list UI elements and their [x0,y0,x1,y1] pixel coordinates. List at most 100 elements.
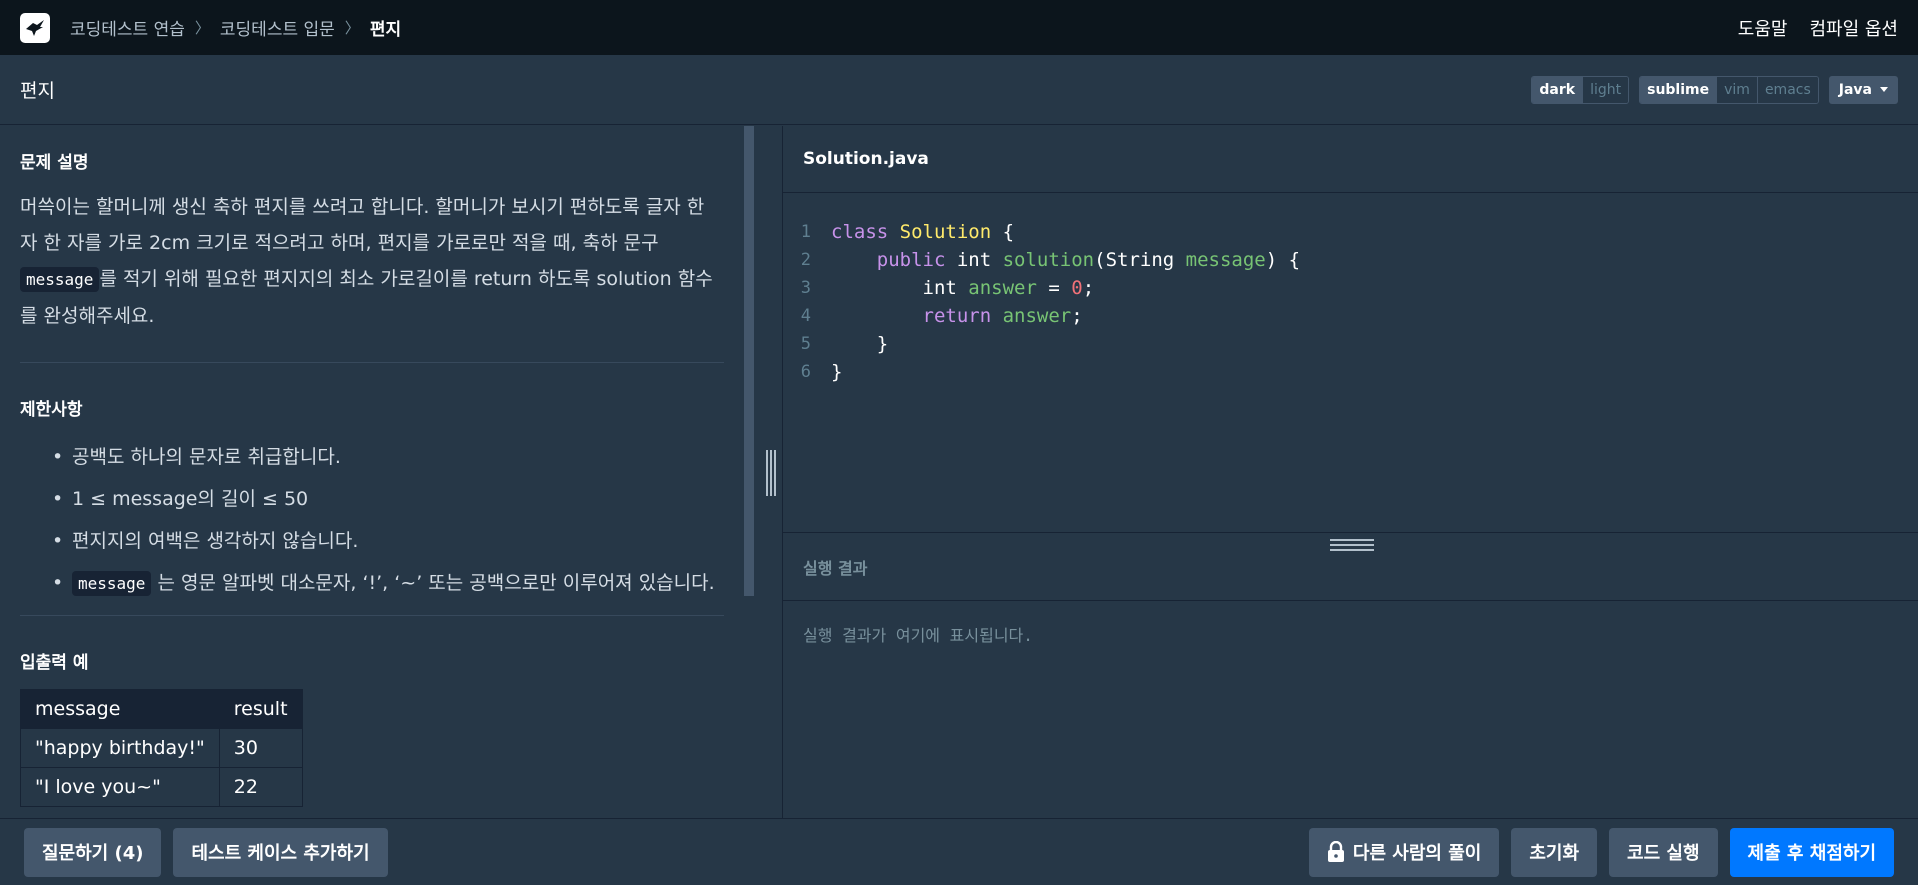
programmers-logo-icon[interactable] [20,12,50,43]
problem-description-pane: 문제 설명 머쓱이는 할머니께 생신 축하 편지를 쓰려고 합니다. 할머니가 … [0,126,782,818]
code-editor[interactable]: 1 class Solution { 2 public int solution… [783,194,1918,532]
code-token: Solution [899,221,992,243]
code-token: } [831,361,843,383]
page-title: 편지 [20,80,55,102]
keymap-emacs-option[interactable]: emacs [1757,76,1818,103]
io-heading: 입출력 예 [20,653,89,673]
submit-button[interactable]: 제출 후 채점하기 [1729,827,1894,877]
code-line: 2 public int solution(String message) { [783,246,1918,274]
top-navigation: 코딩테스트 연습 〉 코딩테스트 입문 〉 편지 도움말 컴파일 옵션 [0,0,1918,55]
inline-code-message: message [72,571,152,596]
chevron-right-icon: 〉 [194,19,210,37]
code-line: 4 return answer; [783,302,1918,330]
io-example-table: message result "happy birthday!" 30 "I l… [20,689,303,807]
description-heading: 문제 설명 [20,153,89,173]
compile-options-link[interactable]: 컴파일 옵션 [1809,15,1898,41]
list-item: 1 ≤ message의 길이 ≤ 50 [52,478,724,520]
code-token: int [945,249,1003,271]
breadcrumb-item[interactable]: 코딩테스트 연습 [70,15,185,40]
line-number: 5 [800,334,811,354]
line-number: 1 [800,222,811,242]
table-header-cell: result [218,689,303,729]
editor-header: Solution.java [783,126,1918,193]
breadcrumb-item[interactable]: 코딩테스트 입문 [220,15,335,40]
table-cell: 22 [218,767,303,807]
code-line: 3 int answer = 0; [783,274,1918,302]
others-solution-button[interactable]: 다른 사람의 풀이 [1308,827,1500,877]
code-token: message [1185,249,1266,271]
code-token: = [1036,277,1072,299]
add-testcase-button[interactable]: 테스트 케이스 추가하기 [173,827,388,877]
result-output: 실행 결과가 여기에 표시됩니다. [783,602,1918,818]
code-token: } [876,333,889,355]
code-token: (String [1094,249,1186,271]
inline-code-message: message [20,267,100,292]
challenge-titlebar: 편지 dark light sublime vim emacs Java [0,55,1918,125]
lock-icon [1327,841,1344,862]
vertical-resize-handle-icon[interactable] [766,450,776,496]
code-token: public [876,249,946,271]
line-number: 6 [800,362,811,382]
table-header-cell: message [20,689,220,729]
reset-button-label: 초기화 [1529,843,1580,864]
table-row: "happy birthday!" 30 [20,728,303,768]
code-token: return [922,305,992,327]
list-item: 공백도 하나의 문자로 취급합니다. [52,436,724,478]
code-token: ; [1071,305,1083,327]
list-item-text: 는 영문 알파벳 대소문자, ‘!’, ‘~’ 또는 공백으로만 이루어져 있습… [151,572,715,594]
table-cell: "happy birthday!" [20,728,220,768]
table-cell: "I love you~" [20,767,220,807]
line-number: 3 [800,278,811,298]
theme-light-option[interactable]: light [1583,76,1629,103]
result-placeholder: 실행 결과가 여기에 표시됩니다. [803,626,1033,645]
code-token: int [922,277,969,299]
question-button[interactable]: 질문하기 (4) [24,827,162,877]
chevron-right-icon: 〉 [344,19,360,37]
table-header-row: message result [20,689,303,729]
code-token: solution [1002,249,1095,271]
line-number: 4 [800,306,811,326]
keymap-vim-option[interactable]: vim [1717,76,1758,103]
code-line: 6 } [783,358,1918,386]
keymap-sublime-option[interactable]: sublime [1640,76,1718,103]
breadcrumb: 코딩테스트 연습 〉 코딩테스트 입문 〉 편지 [70,15,401,40]
description-text: 머쓱이는 할머니께 생신 축하 편지를 쓰려고 합니다. 할머니가 보시기 편하… [20,189,724,334]
code-token: class [831,221,889,243]
limits-heading: 제한사항 [20,400,83,420]
list-item: 편지지의 여백은 생각하지 않습니다. [52,520,724,562]
others-solution-button-label: 다른 사람의 풀이 [1352,843,1482,864]
reset-button[interactable]: 초기화 [1511,827,1598,877]
description-text-part: 를 적기 위해 필요한 편지지의 최소 가로길이를 return 하도록 sol… [20,268,713,327]
code-token: answer [1002,305,1072,327]
line-number: 2 [800,250,811,270]
keymap-toggle: sublime vim emacs [1639,75,1819,104]
code-token: 0 [1071,277,1083,299]
description-scrollbar[interactable] [744,126,754,596]
question-button-label: 질문하기 (4) [42,843,144,864]
add-testcase-button-label: 테스트 케이스 추가하기 [191,843,370,864]
table-row: "I love you~" 22 [20,767,303,807]
run-code-button[interactable]: 코드 실행 [1609,827,1718,877]
caret-down-icon [1880,87,1888,92]
code-token: answer [968,277,1037,299]
code-token: { [991,221,1015,243]
code-token: ) { [1265,249,1301,271]
language-select-value: Java [1838,81,1872,98]
list-item: message 는 영문 알파벳 대소문자, ‘!’, ‘~’ 또는 공백으로만… [52,562,724,605]
table-cell: 30 [218,728,303,768]
theme-toggle: dark light [1531,75,1630,104]
language-select[interactable]: Java [1828,75,1898,104]
theme-dark-option[interactable]: dark [1532,76,1584,103]
result-heading: 실행 결과 [803,558,868,578]
run-code-button-label: 코드 실행 [1627,843,1700,864]
result-header: 실행 결과 [783,533,1918,601]
code-line: 5 } [783,330,1918,358]
description-text-part: 머쓱이는 할머니께 생신 축하 편지를 쓰려고 합니다. 할머니가 보시기 편하… [20,196,705,254]
code-line: 1 class Solution { [783,218,1918,246]
breadcrumb-current: 편지 [369,20,402,40]
editor-filename: Solution.java [803,149,929,169]
submit-button-label: 제출 후 채점하기 [1747,843,1876,864]
bottom-action-bar: 질문하기 (4) 테스트 케이스 추가하기 다른 사람의 풀이 초기화 코드 실… [0,818,1918,885]
limits-list: 공백도 하나의 문자로 취급합니다. 1 ≤ message의 길이 ≤ 50 … [20,436,724,605]
help-link[interactable]: 도움말 [1738,15,1788,41]
